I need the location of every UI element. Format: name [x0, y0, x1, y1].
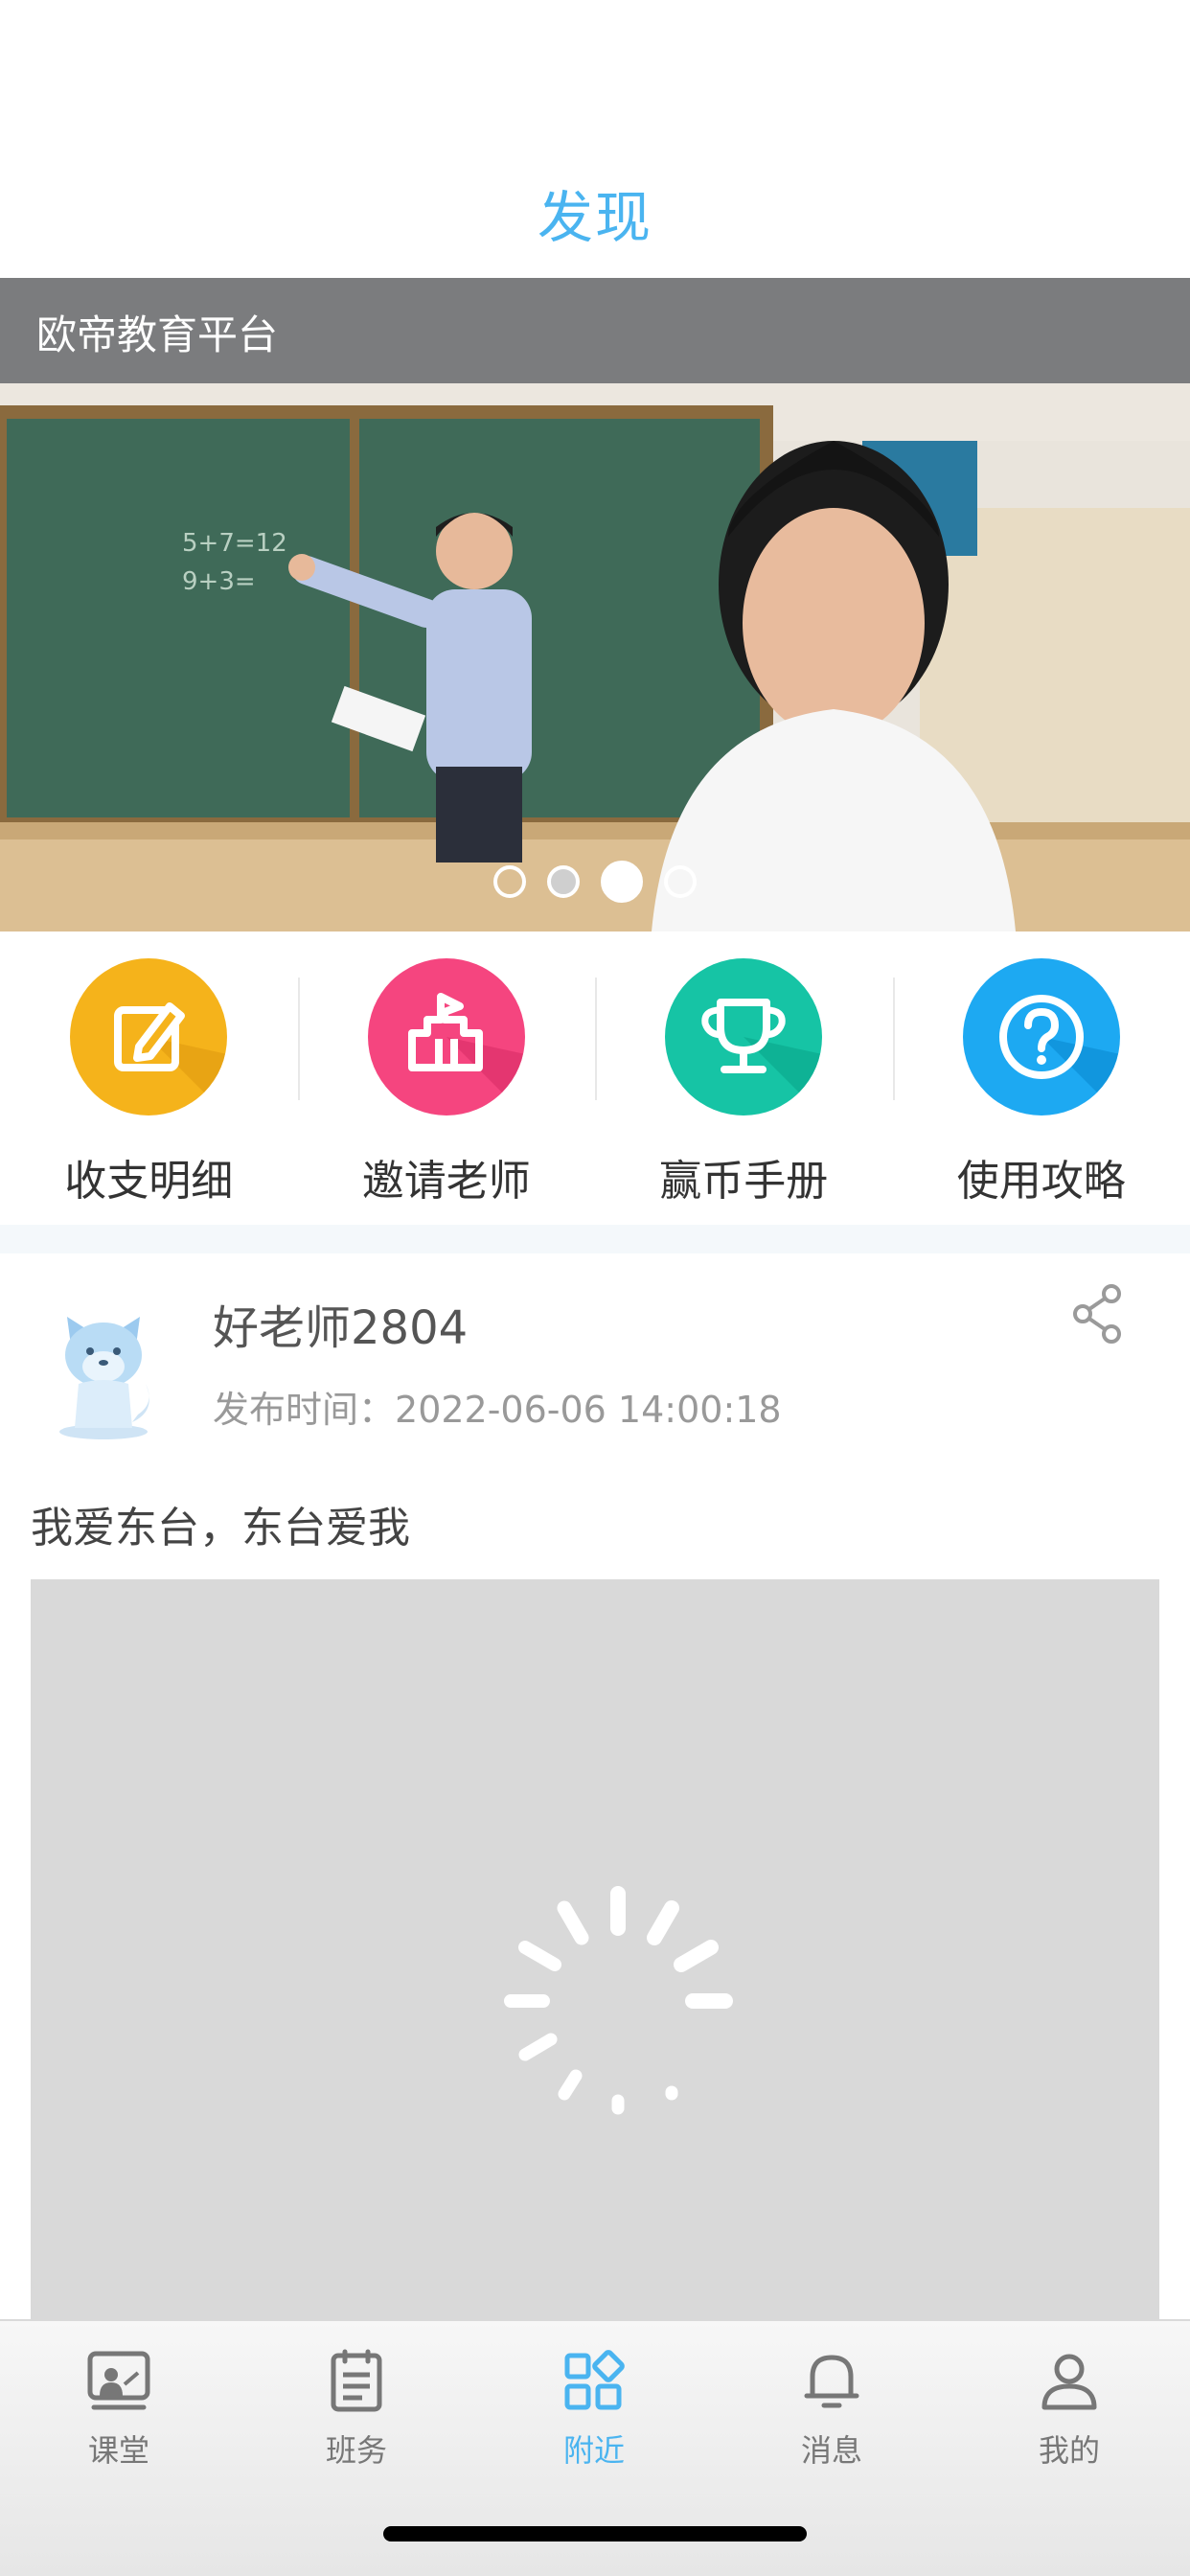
carousel-dot-active[interactable]: [601, 861, 643, 903]
page-title: 发现: [537, 185, 652, 250]
trophy-icon: [665, 958, 823, 1116]
grid-apps-icon: [564, 2350, 625, 2410]
tab-label: 班务: [325, 2432, 387, 2469]
banner-image: 5+7=12 9+3=: [0, 383, 1190, 932]
platform-bar: 欧帝教育平台: [0, 278, 1190, 383]
post-time-label: 发布时间：: [213, 1389, 396, 1431]
clipboard-icon: [331, 2349, 382, 2412]
qa-label: 收支明细: [64, 1157, 234, 1206]
post-media[interactable]: [31, 1579, 1159, 2319]
post-time-value: 2022-06-06 14:00:18: [395, 1389, 782, 1431]
qa-label: 赢币手册: [659, 1157, 829, 1206]
carousel-dots: [0, 861, 1190, 903]
home-indicator: [383, 2526, 807, 2542]
classroom-icon: [87, 2351, 150, 2410]
tab-profile[interactable]: 我的: [950, 2321, 1188, 2494]
carousel-dot[interactable]: [547, 865, 580, 898]
loading-spinner-icon: [504, 1886, 733, 2115]
building-flag-icon: [367, 958, 525, 1116]
platform-name: 欧帝教育平台: [36, 311, 279, 358]
tab-label: 附近: [562, 2432, 625, 2469]
section-separator: [0, 1225, 1190, 1254]
quick-actions: 收支明细 邀请老师 赢币手册 使用攻略: [0, 932, 1190, 1225]
tab-classroom[interactable]: 课堂: [0, 2321, 238, 2494]
svg-text:9+3=: 9+3=: [182, 567, 256, 596]
tab-label: 我的: [1038, 2432, 1100, 2469]
qa-label: 邀请老师: [361, 1157, 531, 1206]
qa-invite-teacher[interactable]: 邀请老师: [297, 932, 596, 1225]
user-icon: [1041, 2354, 1097, 2410]
tab-class-affairs[interactable]: 班务: [238, 2321, 475, 2494]
svg-text:5+7=12: 5+7=12: [182, 529, 287, 558]
qa-label: 使用攻略: [956, 1157, 1126, 1206]
bell-icon: [804, 2355, 859, 2408]
post-time: 发布时间：2022-06-06 14:00:18: [213, 1380, 782, 1433]
carousel-dot[interactable]: [493, 865, 526, 898]
nav-header: 发现: [0, 0, 1190, 278]
qa-coin-handbook[interactable]: 赢币手册: [595, 932, 893, 1225]
tab-messages[interactable]: 消息: [713, 2321, 950, 2494]
carousel-dot[interactable]: [664, 865, 697, 898]
help-icon: [962, 958, 1120, 1116]
banner-carousel[interactable]: 5+7=12 9+3=: [0, 383, 1190, 932]
post-card: 好老师2804 发布时间：2022-06-06 14:00:18 我爱东台，东台…: [0, 1254, 1190, 2319]
qa-income-expense[interactable]: 收支明细: [0, 932, 298, 1225]
tab-nearby[interactable]: 附近: [475, 2321, 713, 2494]
share-icon[interactable]: [1069, 1282, 1129, 1346]
avatar[interactable]: [50, 1288, 169, 1451]
qa-usage-guide[interactable]: 使用攻略: [892, 932, 1190, 1225]
tab-label: 消息: [800, 2432, 862, 2469]
post-author[interactable]: 好老师2804: [213, 1290, 468, 1357]
post-text: 我爱东台，东台爱我: [31, 1504, 410, 1552]
edit-icon: [70, 958, 228, 1116]
tab-label: 课堂: [87, 2432, 149, 2469]
